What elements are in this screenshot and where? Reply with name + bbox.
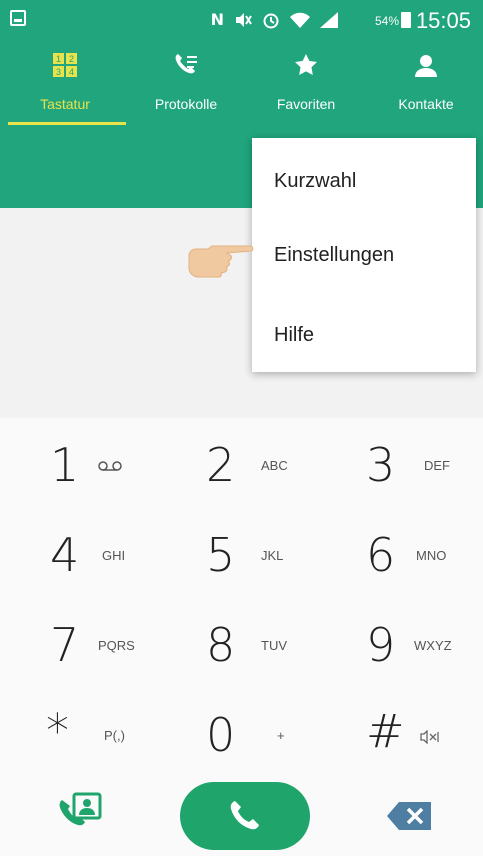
nfc-icon: N — [210, 10, 224, 29]
battery-icon — [401, 12, 411, 28]
screenshot-notification-icon — [10, 10, 26, 26]
svg-text:1: 1 — [56, 54, 61, 64]
voicemail-icon — [98, 461, 122, 471]
clock: 15:05 — [415, 8, 471, 33]
key-6[interactable]: 6 MNO — [340, 522, 483, 602]
menu-item-kurzwahl[interactable]: Kurzwahl — [274, 170, 356, 193]
contacts-button[interactable] — [58, 790, 106, 834]
mute-icon — [236, 12, 252, 27]
tab-kontakte[interactable]: Kontakte — [366, 40, 483, 125]
key-5[interactable]: 5 JKL — [180, 522, 330, 602]
key-2[interactable]: 2 ABC — [180, 432, 330, 512]
battery-percent: 54% — [374, 14, 399, 28]
key-9[interactable]: 9 WXYZ — [340, 612, 483, 692]
key-3[interactable]: 3 DEF — [340, 432, 483, 512]
call-button[interactable] — [180, 782, 310, 850]
phone-icon — [230, 801, 259, 830]
status-icons: N — [211, 10, 338, 29]
key-star[interactable]: * P(,) — [30, 702, 180, 782]
call-log-icon — [126, 50, 246, 80]
key-hash[interactable]: # — [340, 702, 483, 782]
menu-item-hilfe[interactable]: Hilfe — [274, 324, 314, 347]
tab-label: Protokolle — [154, 96, 218, 112]
key-7[interactable]: 7 PQRS — [30, 612, 180, 692]
status-bar: N 54% 15:05 — [0, 0, 483, 40]
star-icon — [246, 50, 366, 80]
wifi-icon — [290, 12, 310, 28]
pointing-hand-icon — [188, 245, 254, 278]
tab-label: Kontakte — [398, 96, 454, 112]
key-4[interactable]: 4 GHI — [30, 522, 180, 602]
tab-favoriten[interactable]: Favoriten — [246, 40, 366, 125]
svg-text:4: 4 — [69, 67, 74, 77]
tab-tastatur[interactable]: 1 2 3 4 Tastatur — [5, 40, 125, 125]
tab-label: Favoriten — [276, 96, 336, 112]
mute-toggle-icon — [420, 730, 439, 744]
delete-button[interactable] — [385, 798, 435, 834]
backspace-icon — [387, 802, 431, 830]
signal-icon — [320, 11, 338, 28]
active-tab-indicator — [8, 122, 126, 125]
tab-protokolle[interactable]: Protokolle — [126, 40, 246, 125]
contact-icon — [366, 50, 483, 80]
overflow-menu: Kurzwahl Einstellungen Hilfe — [252, 138, 476, 372]
contact-card-icon — [59, 792, 102, 826]
dialpad-icon: 1 2 3 4 — [5, 50, 125, 80]
svg-text:3: 3 — [56, 67, 61, 77]
key-1[interactable]: 1 — [30, 432, 180, 512]
tab-label: Tastatur — [40, 96, 90, 112]
alarm-icon — [263, 13, 279, 28]
menu-item-einstellungen[interactable]: Einstellungen — [274, 244, 394, 267]
svg-text:2: 2 — [69, 54, 74, 64]
key-0[interactable]: 0 + — [180, 702, 330, 782]
tab-bar: 1 2 3 4 Tastatur Protokolle Favoriten Ko… — [0, 40, 483, 130]
key-8[interactable]: 8 TUV — [180, 612, 330, 692]
